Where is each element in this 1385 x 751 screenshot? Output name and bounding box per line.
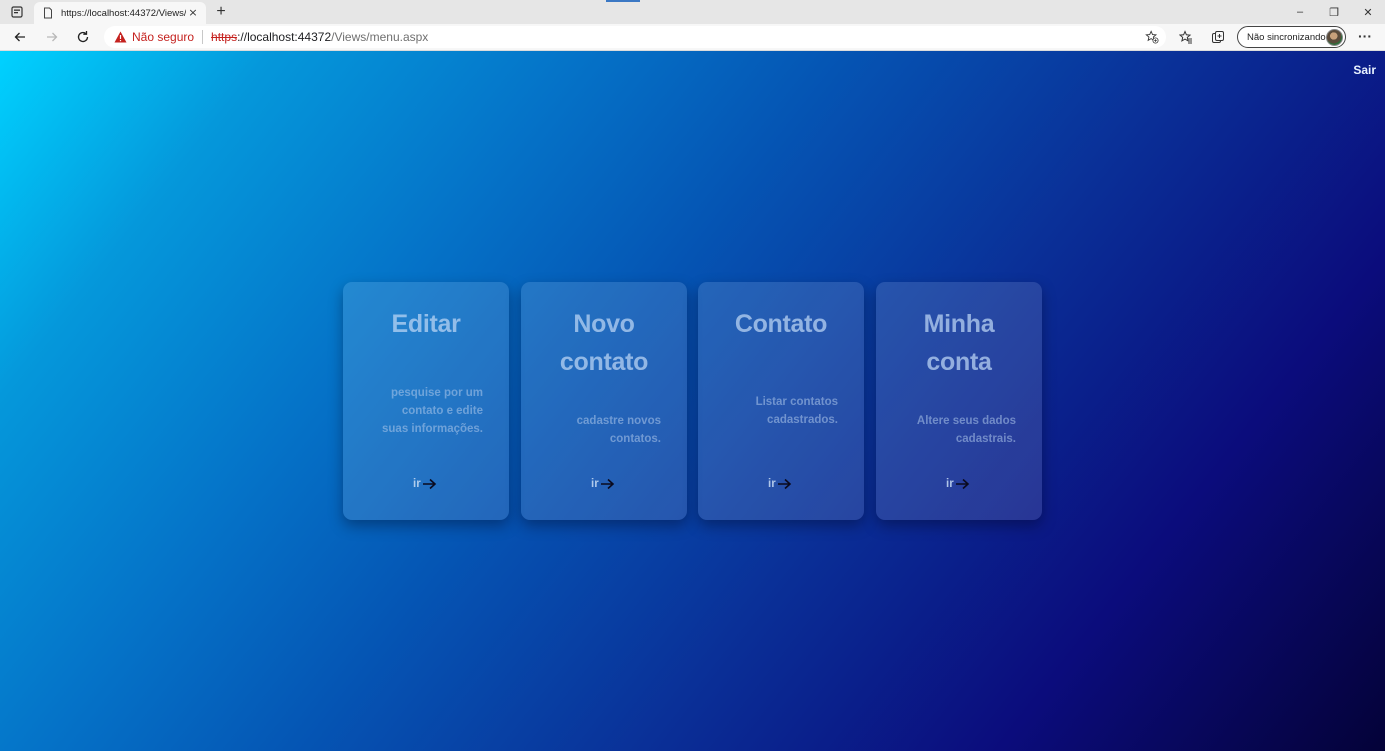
separator [202, 30, 204, 44]
card-title-line: Novo [573, 310, 635, 338]
url-path: /Views/menu.aspx [331, 30, 429, 44]
card-title-line: Minha [923, 310, 995, 338]
tab-actions-icon[interactable] [8, 4, 25, 20]
arrow-right-icon [955, 478, 970, 490]
forward-arrow-icon[interactable] [41, 27, 63, 47]
card-title-line: contato [559, 348, 649, 376]
back-arrow-icon[interactable] [9, 27, 31, 47]
favorites-add-icon[interactable] [1144, 29, 1160, 45]
security-status[interactable]: Não seguro [132, 30, 194, 44]
card-minha-conta: Minha conta Altere seus dados cadastrais… [876, 282, 1042, 520]
card-novo-contato: Novo contato cadastre novos contatos. ir [521, 282, 687, 520]
card-link-label: ir [946, 478, 954, 490]
card-contato: Contato Listar contatos cadastrados. ir [698, 282, 864, 520]
card-title: Novo contato [521, 305, 687, 381]
card-title: Editar [343, 305, 509, 343]
logout-link[interactable]: Sair [1353, 63, 1376, 77]
warning-icon [114, 31, 127, 43]
more-options-button[interactable]: ··· [1355, 28, 1375, 46]
card-description-line: pesquise por um [390, 387, 483, 399]
tab-title: https://localhost:44372/Views/m [61, 7, 186, 19]
card-go-link[interactable]: ir [413, 478, 437, 490]
address-bar[interactable]: Não seguro https ://localhost:44372 /Vie… [104, 26, 1166, 48]
card-description: pesquise por um contato e edite suas inf… [382, 384, 483, 438]
tab-drag-indicator [606, 0, 640, 2]
card-editar: Editar pesquise por um contato e edite s… [343, 282, 509, 520]
favorites-icon[interactable] [1177, 28, 1195, 46]
card-go-link[interactable]: ir [591, 478, 615, 490]
refresh-icon[interactable] [72, 27, 94, 47]
card-go-link[interactable]: ir [768, 478, 792, 490]
card-go-link[interactable]: ir [946, 478, 970, 490]
card-description-line: cadastrados. [767, 414, 838, 426]
restore-button[interactable]: ❐ [1317, 0, 1351, 24]
collections-icon[interactable] [1209, 28, 1227, 46]
card-description-line: suas informações. [382, 423, 483, 435]
card-description: cadastre novos contatos. [577, 412, 661, 448]
url-host: ://localhost:44372 [237, 30, 332, 44]
page-icon [42, 7, 54, 19]
card-description-line: cadastre novos [576, 415, 661, 427]
card-link-label: ir [768, 478, 776, 490]
card-title-line: conta [926, 348, 992, 376]
tab-strip: https://localhost:44372/Views/m × + – ❐ … [0, 0, 1385, 24]
card-description-line: contato e edite [401, 405, 483, 417]
profile-button[interactable]: Não sincronizando [1237, 26, 1346, 48]
card-description-line: Altere seus dados [916, 415, 1016, 427]
minimize-button[interactable]: – [1283, 0, 1317, 24]
card-link-label: ir [591, 478, 599, 490]
arrow-right-icon [422, 478, 437, 490]
arrow-right-icon [777, 478, 792, 490]
card-description-line: Listar contatos [755, 396, 838, 408]
arrow-right-icon [600, 478, 615, 490]
browser-tab[interactable]: https://localhost:44372/Views/m × [34, 2, 206, 24]
card-description-line: contatos. [609, 433, 661, 445]
toolbar: Não seguro https ://localhost:44372 /Vie… [0, 24, 1385, 51]
page-viewport: Sair Editar pesquise por um contato e ed… [0, 51, 1385, 751]
card-title: Contato [698, 305, 864, 343]
card-title-line: Editar [391, 310, 461, 338]
card-link-label: ir [413, 478, 421, 490]
url-scheme: https [211, 30, 238, 44]
sync-status: Não sincronizando [1247, 31, 1326, 43]
avatar [1326, 28, 1343, 46]
window-controls: – ❐ ✕ [1283, 0, 1385, 24]
card-description: Altere seus dados cadastrais. [917, 412, 1016, 448]
new-tab-button[interactable]: + [212, 3, 230, 21]
card-title: Minha conta [876, 305, 1042, 381]
tab-close-icon[interactable]: × [186, 6, 200, 20]
card-description: Listar contatos cadastrados. [756, 393, 838, 429]
close-window-button[interactable]: ✕ [1351, 0, 1385, 24]
card-description-line: cadastrais. [955, 433, 1016, 445]
card-title-line: Contato [734, 310, 828, 338]
